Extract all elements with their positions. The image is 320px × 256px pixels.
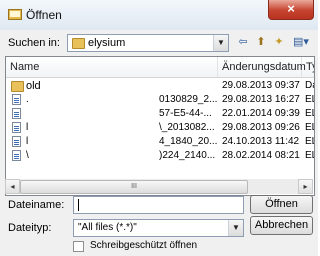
file-icon — [12, 136, 21, 147]
file-icon — [12, 94, 21, 105]
column-header-date[interactable]: Änderungsdatum — [218, 57, 306, 77]
file-name: \ — [26, 150, 29, 161]
file-date: 28.02.2014 08:21 — [222, 150, 300, 161]
file-date: 29.08.2013 09:26 — [222, 122, 300, 133]
chevron-down-icon[interactable]: ▼ — [213, 35, 228, 51]
cancel-button[interactable]: Abbrechen — [250, 216, 313, 235]
filetype-select[interactable]: "All files (*.*)" ▼ — [73, 219, 244, 237]
file-name-tail: 57-E5-44-... — [159, 108, 212, 119]
list-item[interactable]: l \_2013082... 29.08.2013 09:26 EL — [6, 121, 314, 135]
list-item[interactable]: . 0130829_2... 29.08.2013 16:27 EL — [6, 93, 314, 107]
file-type: EL — [305, 150, 314, 161]
file-name-tail: )224_2140... — [159, 150, 216, 161]
scroll-thumb[interactable]: III — [20, 180, 248, 194]
chevron-down-icon[interactable]: ▼ — [228, 220, 243, 236]
file-name: l — [26, 136, 29, 147]
folder-icon — [11, 81, 24, 92]
filetype-label: Dateityp: — [8, 222, 52, 234]
filename-input[interactable] — [73, 196, 244, 214]
file-icon — [12, 108, 21, 119]
file-icon — [12, 150, 21, 161]
window-title: Öffnen — [26, 8, 62, 22]
file-type: EL — [305, 94, 314, 105]
scroll-track[interactable]: III — [20, 179, 298, 194]
file-name: l — [26, 122, 29, 133]
open-button[interactable]: Öffnen — [250, 195, 313, 214]
file-type: EL — [305, 108, 314, 119]
lookin-value: elysium — [88, 37, 126, 49]
file-name: . — [26, 94, 29, 105]
readonly-label: Schreibgeschützt öffnen — [90, 240, 198, 251]
horizontal-scrollbar[interactable]: ◂ III ▸ — [5, 179, 313, 194]
file-type: EL — [305, 122, 314, 133]
file-name-tail: 4_1840_20... — [159, 136, 218, 147]
view-menu-icon[interactable]: ▤▾ — [290, 34, 312, 50]
up-folder-icon[interactable]: ⬆ — [253, 34, 269, 50]
list-item[interactable]: 57-E5-44-... 22.01.2014 09:39 EL — [6, 107, 314, 121]
file-name: old — [26, 80, 41, 92]
scroll-left-icon[interactable]: ◂ — [5, 179, 20, 194]
close-button[interactable]: × — [268, 0, 314, 20]
file-icon — [12, 122, 21, 133]
list-item[interactable]: l 4_1840_20... 24.10.2013 11:42 EL — [6, 135, 314, 149]
file-name-tail: \_2013082... — [159, 122, 215, 133]
filename-label: Dateiname: — [8, 199, 65, 211]
file-type: EL — [305, 136, 314, 147]
file-list[interactable]: Name Änderungsdatum Ty old 29.08.2013 09… — [5, 56, 315, 196]
file-date: 24.10.2013 11:42 — [222, 136, 300, 147]
column-header-type[interactable]: Ty — [302, 57, 314, 77]
file-name-tail: 0130829_2... — [159, 94, 218, 105]
scroll-right-icon[interactable]: ▸ — [298, 179, 313, 194]
new-folder-icon[interactable]: ✦ — [271, 34, 287, 50]
text-cursor — [78, 199, 79, 211]
list-item[interactable]: old 29.08.2013 09:37 Da — [6, 79, 314, 93]
column-header-name[interactable]: Name — [6, 57, 218, 77]
list-header: Name Änderungsdatum Ty — [6, 57, 314, 78]
file-date: 22.01.2014 09:39 — [222, 108, 300, 119]
file-date: 29.08.2013 16:27 — [222, 94, 300, 105]
filetype-value: "All files (*.*)" — [78, 222, 137, 233]
file-date: 29.08.2013 09:37 — [222, 80, 300, 91]
file-type: Da — [305, 80, 314, 91]
lookin-combo[interactable]: elysium ▼ — [67, 34, 229, 52]
back-icon[interactable]: ⇦ — [235, 34, 251, 50]
readonly-checkbox[interactable] — [73, 241, 84, 252]
window-icon — [8, 9, 22, 20]
folder-icon — [72, 38, 85, 49]
lookin-label: Suchen in: — [8, 37, 60, 49]
list-item[interactable]: \ )224_2140... 28.02.2014 08:21 EL — [6, 149, 314, 163]
